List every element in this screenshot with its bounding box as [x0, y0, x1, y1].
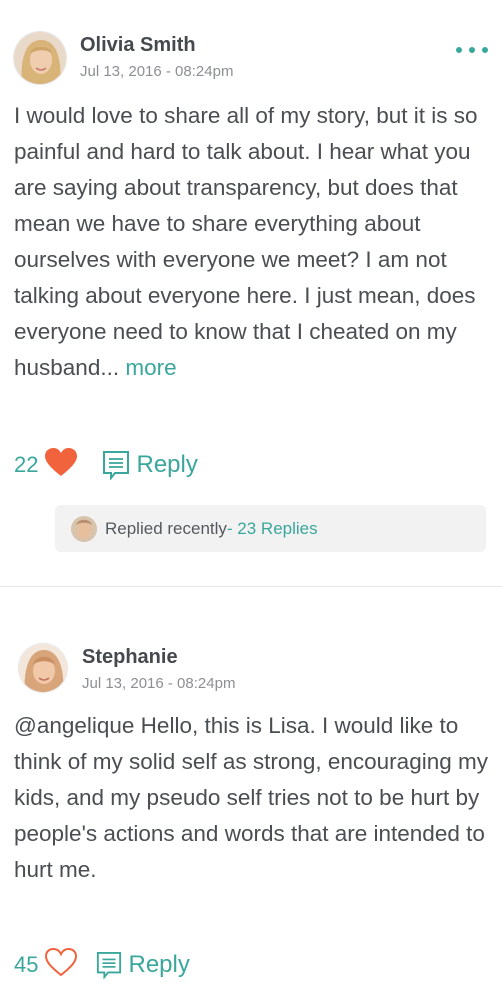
like-count: 22: [14, 451, 39, 477]
author-name[interactable]: Olivia Smith: [80, 34, 196, 57]
post-actions: 22 Reply: [14, 447, 198, 482]
avatar-photo-icon: [14, 32, 66, 84]
post-body: I would love to share all of my story, b…: [14, 98, 492, 386]
post-date: Jul 13, 2016 - 08:24pm: [80, 63, 234, 80]
post-divider: [0, 586, 502, 587]
post-text: @angelique Hello, this is Lisa. I would …: [14, 713, 488, 882]
like-count: 45: [14, 951, 39, 977]
more-options-icon[interactable]: [456, 44, 488, 56]
reply-icon: [103, 450, 130, 480]
replied-recently-label: Replied recently: [105, 518, 227, 538]
heart-outline-icon[interactable]: [44, 947, 78, 982]
post-date: Jul 13, 2016 - 08:24pm: [82, 675, 236, 692]
author-name[interactable]: Stephanie: [82, 646, 178, 669]
post-actions: 45 Reply: [14, 947, 190, 982]
avatar-photo-icon: [19, 644, 67, 692]
replies-summary[interactable]: Replied recently - 23 Replies: [55, 505, 486, 552]
reply-label: Reply: [128, 950, 190, 978]
more-link[interactable]: more: [125, 355, 176, 380]
replier-avatar: [71, 515, 97, 542]
avatar[interactable]: [13, 31, 67, 85]
post-text: I would love to share all of my story, b…: [14, 103, 478, 380]
post-body: @angelique Hello, this is Lisa. I would …: [14, 708, 492, 888]
reply-label: Reply: [136, 450, 198, 478]
heart-filled-icon[interactable]: [44, 447, 78, 482]
reply-button[interactable]: Reply: [96, 950, 190, 979]
reply-button[interactable]: Reply: [102, 450, 198, 480]
reply-icon: [97, 951, 122, 979]
avatar[interactable]: [18, 643, 68, 693]
replies-count-link[interactable]: - 23 Replies: [227, 519, 318, 539]
